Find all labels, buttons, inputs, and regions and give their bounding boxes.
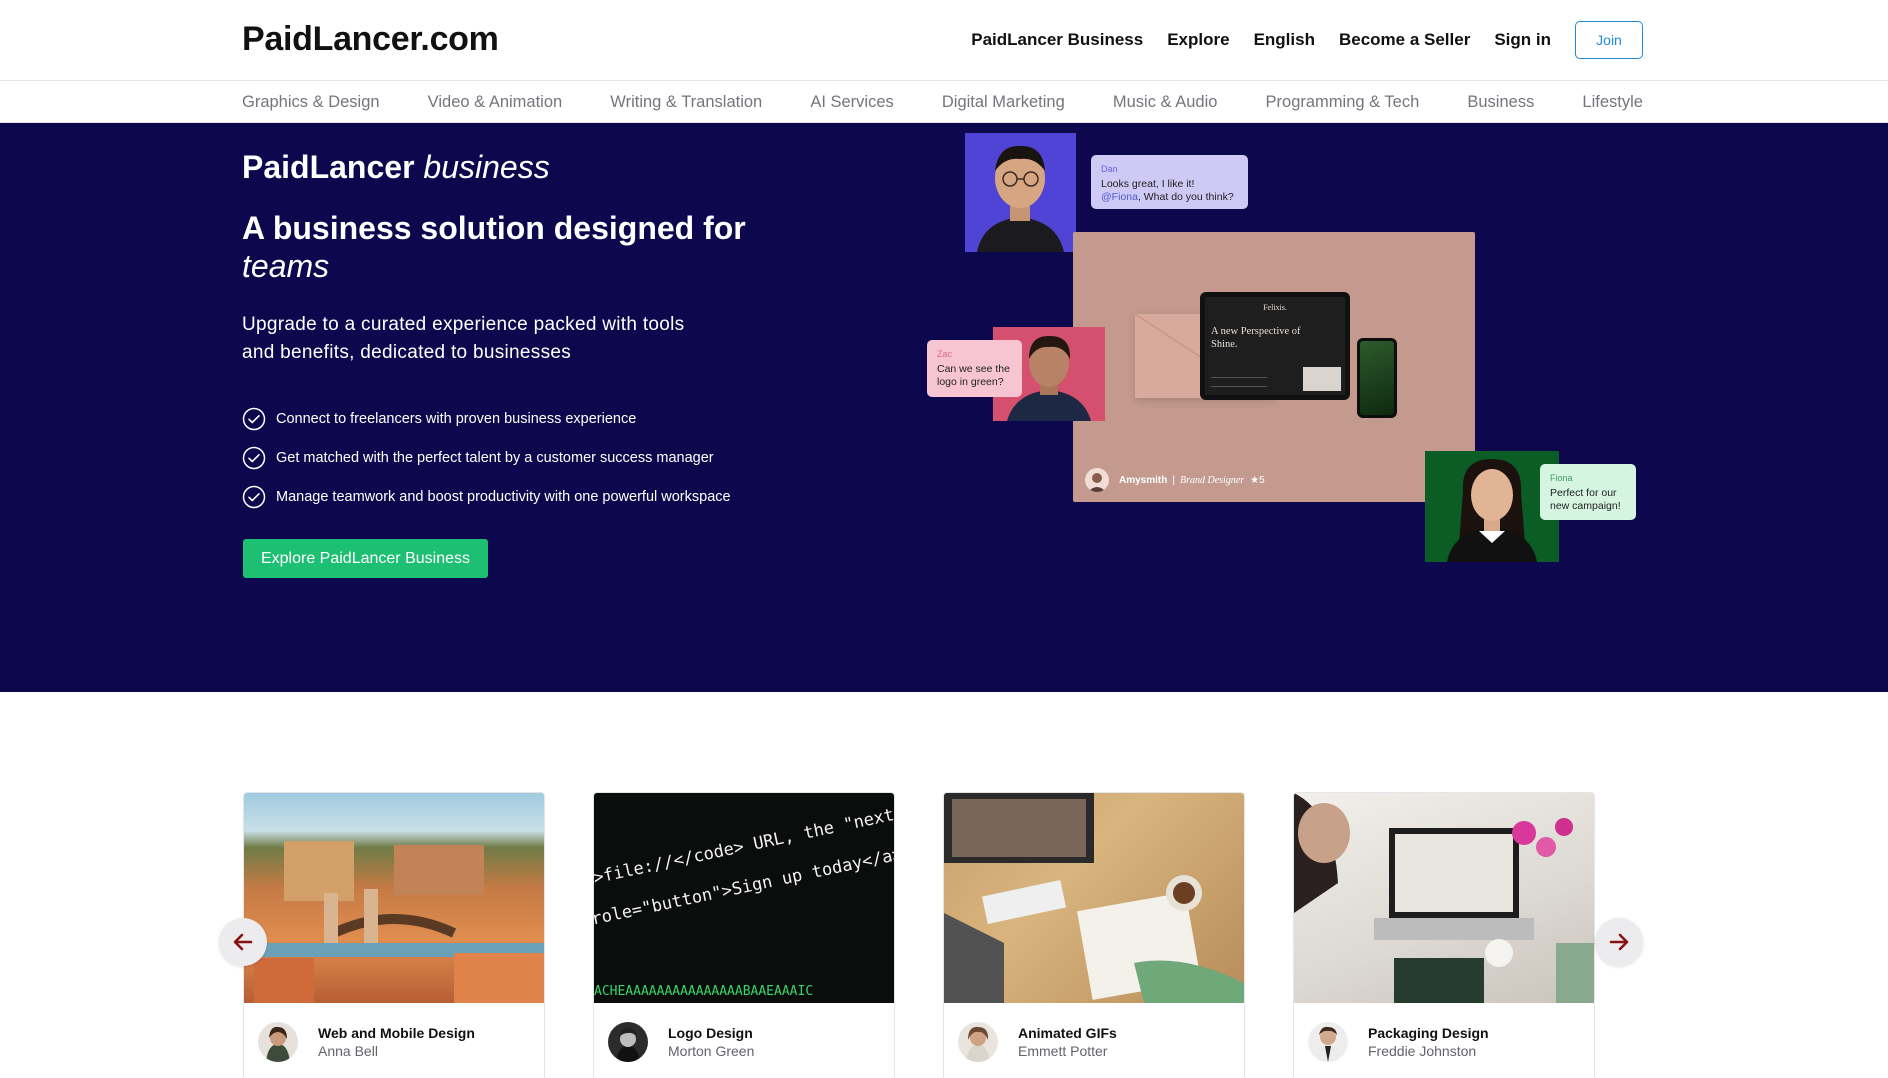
author-avatar	[608, 1022, 648, 1062]
category-music-audio[interactable]: Music & Audio	[1113, 93, 1218, 112]
person-illustration	[977, 145, 1064, 252]
site-header: PaidLancer.com PaidLancer Business Explo…	[0, 0, 1888, 81]
hero-brand-suffix: business	[423, 149, 550, 185]
author-avatar	[1308, 1022, 1348, 1062]
category-bar: Graphics & Design Video & Animation Writ…	[0, 81, 1888, 123]
card-meta: Animated GIFs Emmett Potter	[958, 1022, 1117, 1062]
card-image-laptop	[1294, 793, 1594, 1003]
bubble-author: Zac	[937, 349, 953, 359]
card-title: Web and Mobile Design	[318, 1025, 475, 1041]
portrait-dan	[965, 133, 1076, 252]
category-digital-marketing[interactable]: Digital Marketing	[942, 93, 1065, 112]
hero-brand: PaidLancer business	[242, 149, 550, 186]
bubble-mention: @Fiona	[1101, 191, 1138, 203]
category-card[interactable]: e>file://</code> URL, the "next" role="b…	[593, 792, 895, 1078]
portrait-fiona	[1425, 451, 1559, 562]
feature-item: Manage teamwork and boost productivity w…	[242, 477, 731, 516]
tablet-brand: Felixis.	[1263, 303, 1287, 312]
card-meta: Logo Design Morton Green	[608, 1022, 754, 1062]
tablet-mockup: Felixis. A new Perspective of Shine.	[1200, 292, 1350, 400]
explore-business-button[interactable]: Explore PaidLancer Business	[243, 539, 488, 578]
bubble-author: Dan	[1101, 164, 1118, 174]
author-avatar	[258, 1022, 298, 1062]
nav-become-seller[interactable]: Become a Seller	[1339, 30, 1470, 50]
bubble-text: Can we see the logo in green?	[937, 363, 1010, 388]
arrow-left-icon	[233, 933, 253, 951]
bubble-text: Perfect for our new campaign!	[1550, 487, 1621, 512]
card-author: Anna Bell	[318, 1043, 378, 1059]
check-circle-icon	[242, 446, 266, 469]
category-card[interactable]: Animated GIFs Emmett Potter	[943, 792, 1245, 1078]
bubble-text: , What do you think?	[1137, 191, 1234, 203]
card-author: Freddie Johnston	[1368, 1043, 1477, 1059]
designer-rating: ★5	[1250, 474, 1265, 486]
hero-title-main: A business solution designed for	[242, 210, 746, 246]
bubble-text: Looks great, I like it!	[1101, 178, 1195, 190]
design-preview-board: Felixis. A new Perspective of Shine. Amy…	[1073, 232, 1475, 502]
designer-name: Amysmith	[1119, 474, 1168, 486]
chat-bubble-dan: Dan Looks great, I like it! @Fiona, What…	[1091, 155, 1248, 209]
arrow-right-icon	[1609, 933, 1629, 951]
business-hero: PaidLancer business A business solution …	[0, 123, 1888, 692]
tablet-text-lines	[1211, 377, 1267, 387]
site-logo[interactable]: PaidLancer.com	[242, 20, 499, 59]
top-nav: PaidLancer Business Explore English Beco…	[947, 20, 1643, 60]
card-title: Packaging Design	[1368, 1025, 1489, 1041]
feature-text: Get matched with the perfect talent by a…	[276, 449, 714, 466]
hero-brand-name: PaidLancer	[242, 149, 415, 185]
category-card[interactable]: Packaging Design Freddie Johnston	[1293, 792, 1595, 1078]
bubble-author: Fiona	[1550, 473, 1573, 483]
category-carousel: Web and Mobile Design Anna Bell e>file:/…	[243, 792, 1596, 1078]
card-meta: Packaging Design Freddie Johnston	[1308, 1022, 1489, 1062]
category-writing-translation[interactable]: Writing & Translation	[610, 93, 762, 112]
category-business[interactable]: Business	[1467, 93, 1534, 112]
card-meta: Web and Mobile Design Anna Bell	[258, 1022, 475, 1062]
check-circle-icon	[242, 407, 266, 430]
hero-title: A business solution designed for teams	[242, 209, 762, 285]
hero-subtitle: Upgrade to a curated experience packed w…	[242, 314, 685, 363]
hero-title-italic: teams	[242, 248, 330, 284]
designer-role: Brand Designer	[1179, 474, 1245, 486]
check-circle-icon	[242, 485, 266, 508]
feature-item: Get matched with the perfect talent by a…	[242, 438, 731, 477]
designer-avatar	[1085, 468, 1109, 492]
author-avatar	[958, 1022, 998, 1062]
carousel-prev-button[interactable]	[219, 918, 267, 966]
feature-text: Connect to freelancers with proven busin…	[276, 410, 637, 427]
phone-mockup	[1357, 338, 1397, 418]
chat-bubble-zac: Zac Can we see the logo in green?	[927, 340, 1022, 397]
card-image-code: e>file://</code> URL, the "next" role="b…	[594, 793, 894, 1003]
category-graphics-design[interactable]: Graphics & Design	[242, 93, 380, 112]
feature-list: Connect to freelancers with proven busin…	[242, 399, 731, 516]
chat-bubble-fiona: Fiona Perfect for our new campaign!	[1540, 464, 1636, 520]
nav-language[interactable]: English	[1254, 30, 1315, 50]
nav-sign-in[interactable]: Sign in	[1494, 30, 1551, 50]
desk-illustration	[944, 793, 1244, 1003]
card-image-desk	[944, 793, 1244, 1003]
nav-paidlancer-business[interactable]: PaidLancer Business	[971, 30, 1143, 50]
card-author: Emmett Potter	[1018, 1043, 1108, 1059]
tablet-headline: A new Perspective of Shine.	[1211, 326, 1301, 350]
card-image-venice	[244, 793, 544, 1003]
tablet-thumbnail	[1303, 367, 1341, 391]
join-button[interactable]: Join	[1575, 21, 1643, 59]
nav-explore[interactable]: Explore	[1167, 30, 1229, 50]
card-author: Morton Green	[668, 1043, 755, 1059]
laptop-illustration	[1294, 793, 1594, 1003]
card-title: Animated GIFs	[1018, 1025, 1117, 1041]
category-video-animation[interactable]: Video & Animation	[428, 93, 563, 112]
city-illustration	[244, 841, 544, 1003]
feature-text: Manage teamwork and boost productivity w…	[276, 488, 731, 505]
category-card[interactable]: Web and Mobile Design Anna Bell	[243, 792, 545, 1078]
category-ai-services[interactable]: AI Services	[810, 93, 893, 112]
category-programming-tech[interactable]: Programming & Tech	[1266, 93, 1420, 112]
card-title: Logo Design	[668, 1025, 753, 1041]
category-lifestyle[interactable]: Lifestyle	[1582, 93, 1643, 112]
carousel-next-button[interactable]	[1595, 918, 1643, 966]
designer-credit: Amysmith | Brand Designer ★5	[1085, 468, 1265, 492]
feature-item: Connect to freelancers with proven busin…	[242, 399, 731, 438]
person-illustration	[1447, 459, 1537, 562]
code-line: ACHEAAAAAAAAAAAAAAABAAEAAAIC	[594, 984, 814, 999]
